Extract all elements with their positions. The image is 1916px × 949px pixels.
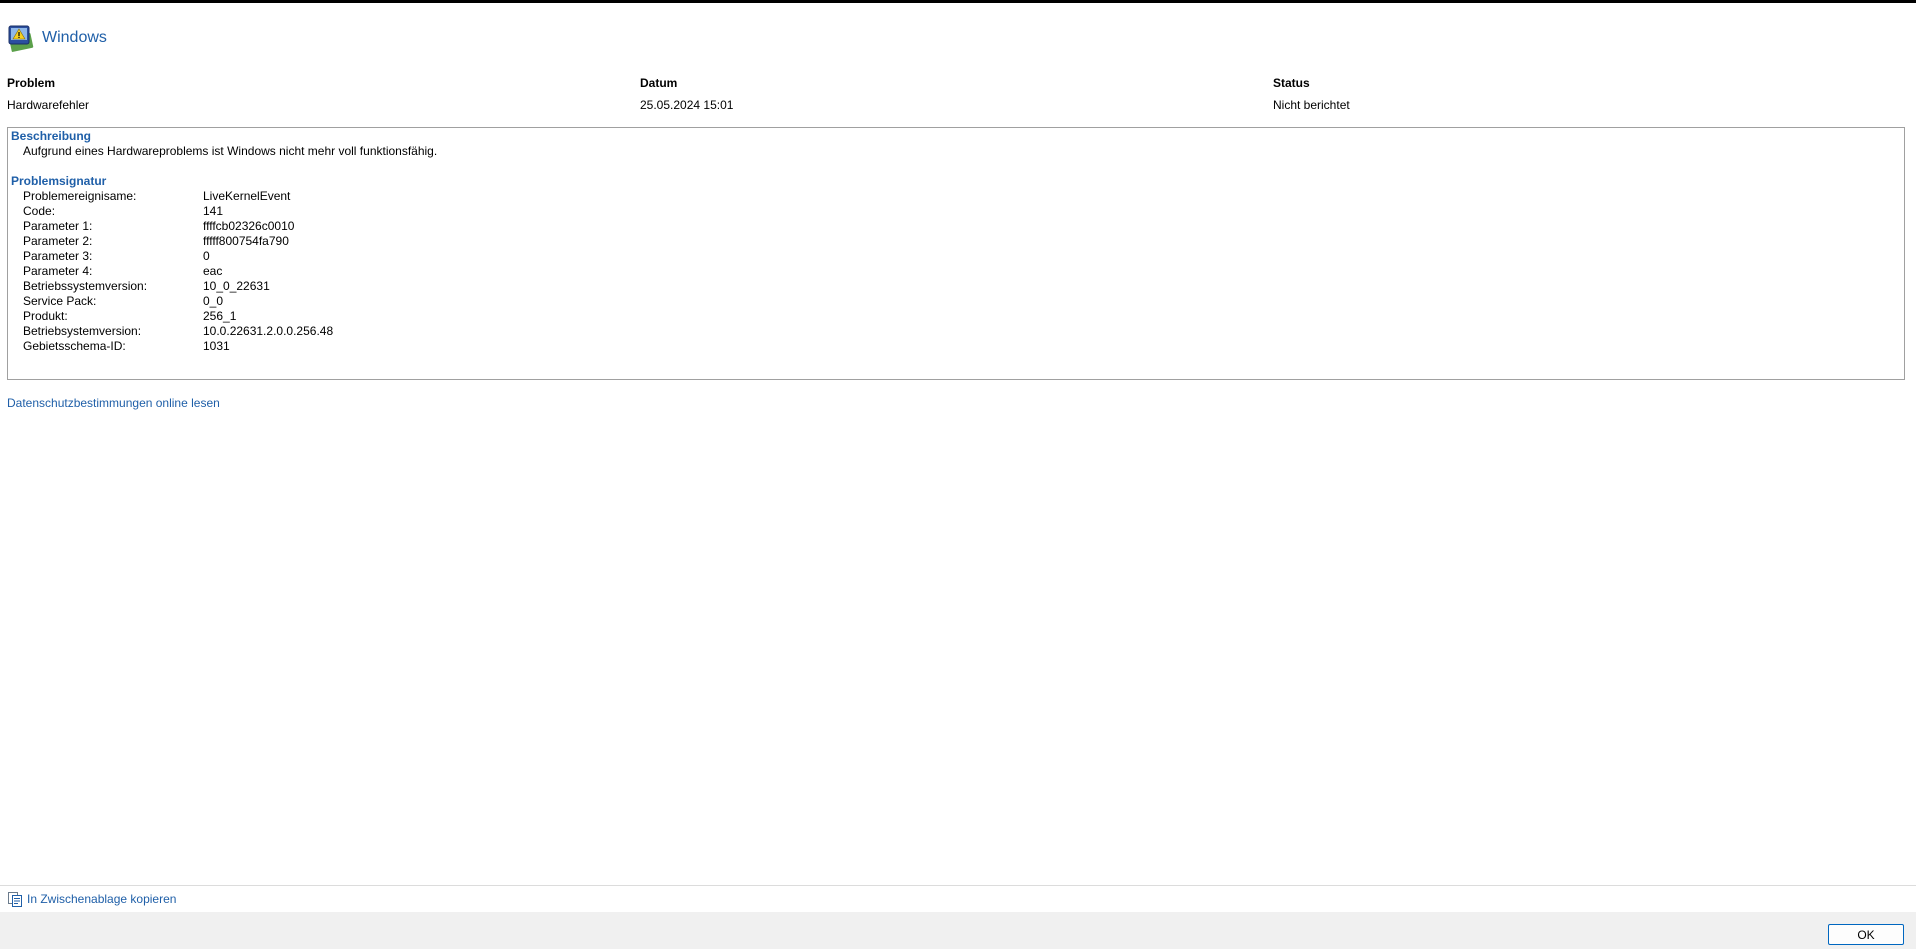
- signature-key: Service Pack:: [23, 294, 97, 308]
- signature-row: Parameter 1: ffffcb02326c0010: [23, 219, 333, 234]
- signature-key: Parameter 2:: [23, 234, 93, 248]
- privacy-statement-link[interactable]: Datenschutzbestimmungen online lesen: [7, 396, 220, 410]
- signature-value: eac: [203, 264, 223, 278]
- window-top-border: [0, 0, 1916, 3]
- status-value: Nicht berichtet: [1273, 98, 1350, 112]
- signature-table: Problemereignisame: LiveKernelEvent Code…: [23, 189, 333, 354]
- ok-button[interactable]: OK: [1828, 924, 1904, 945]
- signature-key: Betriebsystemversion:: [23, 324, 142, 338]
- signature-row: Code: 141: [23, 204, 333, 219]
- signature-value: 10_0_22631: [203, 279, 270, 293]
- date-column-header: Datum: [640, 76, 678, 90]
- problem-value: Hardwarefehler: [7, 98, 90, 112]
- signature-value: 256_1: [203, 309, 237, 323]
- description-text: Aufgrund eines Hardwareproblems ist Wind…: [23, 144, 438, 158]
- signature-key: Parameter 1:: [23, 219, 93, 233]
- signature-key: Betriebssystemversion:: [23, 279, 148, 293]
- signature-title: Problemsignatur: [11, 174, 107, 188]
- signature-value: ffffcb02326c0010: [203, 219, 295, 233]
- signature-key: Code:: [23, 204, 56, 218]
- signature-row: Service Pack: 0_0: [23, 294, 333, 309]
- signature-value: 1031: [203, 339, 230, 353]
- signature-key: Gebietsschema-ID:: [23, 339, 126, 353]
- signature-row: Betriebssystemversion: 10_0_22631: [23, 279, 333, 294]
- problem-details-box: Beschreibung Aufgrund eines Hardwareprob…: [7, 127, 1905, 380]
- signature-row: Parameter 3: 0: [23, 249, 333, 264]
- signature-row: Produkt: 256_1: [23, 309, 333, 324]
- signature-row: Parameter 2: fffff800754fa790: [23, 234, 333, 249]
- signature-value: 0_0: [203, 294, 224, 308]
- signature-row: Gebietsschema-ID: 1031: [23, 339, 333, 354]
- signature-value: 141: [203, 204, 224, 218]
- signature-key: Produkt:: [23, 309, 68, 323]
- signature-key: Parameter 4:: [23, 264, 93, 278]
- app-title: Windows: [42, 29, 107, 46]
- signature-row: Betriebsystemversion: 10.0.22631.2.0.0.2…: [23, 324, 333, 339]
- windows-action-center-icon: [8, 25, 34, 52]
- signature-value: 0: [203, 249, 210, 263]
- copy-to-clipboard-link[interactable]: In Zwischenablage kopieren: [7, 891, 176, 907]
- signature-value: 10.0.22631.2.0.0.256.48: [203, 324, 334, 338]
- signature-row: Problemereignisame: LiveKernelEvent: [23, 189, 333, 204]
- dialog-footer: [0, 912, 1916, 949]
- description-title: Beschreibung: [11, 129, 92, 143]
- signature-key: Problemereignisame:: [23, 189, 137, 203]
- signature-row: Parameter 4: eac: [23, 264, 333, 279]
- footer-divider: [0, 885, 1916, 886]
- page-header: Windows: [7, 22, 107, 54]
- clipboard-copy-icon: [8, 892, 22, 907]
- date-value: 25.05.2024 15:01: [640, 98, 734, 112]
- signature-key: Parameter 3:: [23, 249, 93, 263]
- copy-to-clipboard-label: In Zwischenablage kopieren: [27, 892, 177, 906]
- status-column-header: Status: [1273, 76, 1310, 90]
- signature-value: fffff800754fa790: [203, 234, 289, 248]
- signature-value: LiveKernelEvent: [203, 189, 291, 203]
- problem-column-header: Problem: [7, 76, 56, 90]
